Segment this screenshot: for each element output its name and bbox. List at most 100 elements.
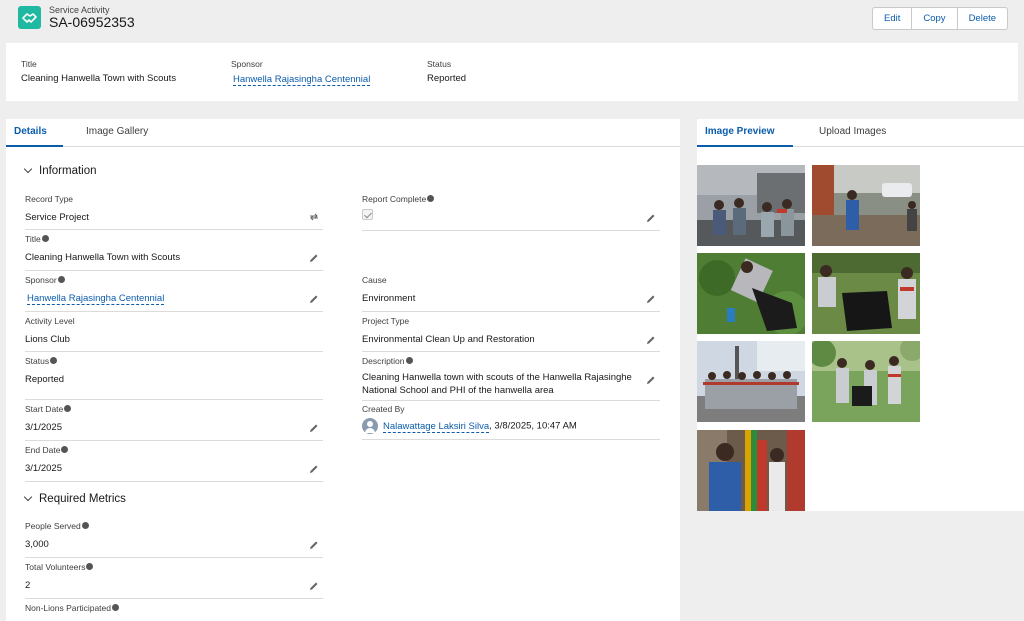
- field-people-served: People Served 3,000: [25, 521, 323, 558]
- image-tabbar: Image Preview Upload Images: [697, 119, 1024, 147]
- field-report-complete: Report Complete: [362, 194, 660, 231]
- gallery-image-6[interactable]: [812, 341, 920, 422]
- section-information-title: Information: [39, 165, 97, 177]
- section-required-metrics-toggle[interactable]: Required Metrics: [23, 492, 126, 505]
- field-record-type: Record Type Service Project: [25, 194, 323, 230]
- section-information-toggle[interactable]: Information: [23, 164, 97, 177]
- field-non-lions-participated: Non-Lions Participated: [25, 603, 119, 613]
- highlights-panel: Title Cleaning Hanwella Town with Scouts…: [6, 43, 1018, 101]
- status-label: Status: [25, 356, 50, 366]
- edit-title-pencil-icon[interactable]: [309, 253, 319, 263]
- field-end-date: End Date 3/1/2025: [25, 445, 323, 482]
- description-line-1: Cleaning Hanwella town with scouts of th…: [362, 372, 632, 383]
- highlight-sponsor-link[interactable]: Hanwella Rajasingha Centennial: [233, 74, 371, 86]
- info-icon[interactable]: [64, 405, 72, 412]
- copy-button[interactable]: Copy: [912, 8, 958, 29]
- change-record-type-icon[interactable]: [309, 212, 319, 222]
- edit-sponsor-pencil-icon[interactable]: [309, 294, 319, 304]
- project-type-label: Project Type: [362, 316, 410, 326]
- record-type-label: Record Type: [25, 194, 74, 204]
- highlight-sponsor-label: Sponsor: [231, 59, 263, 69]
- gallery-image-2[interactable]: [812, 165, 920, 246]
- field-cause: Cause Environment: [362, 275, 660, 312]
- edit-end-date-pencil-icon[interactable]: [309, 464, 319, 474]
- gallery-image-3[interactable]: [697, 253, 805, 334]
- edit-start-date-pencil-icon[interactable]: [309, 423, 319, 433]
- record-type-value: Service Project: [25, 212, 89, 223]
- info-icon[interactable]: [112, 604, 119, 611]
- chevron-down-icon: [23, 492, 33, 502]
- active-tab-indicator: [697, 145, 793, 147]
- info-icon[interactable]: [57, 276, 65, 283]
- image-panel: Image Preview Upload Images: [697, 119, 1024, 511]
- tab-image-preview[interactable]: Image Preview: [705, 126, 774, 137]
- cause-value: Environment: [362, 293, 416, 304]
- created-by-user-link[interactable]: Nalawattage Laksiri Silva: [383, 420, 490, 433]
- description-line-2: National School and PHI of the hanwella …: [362, 385, 554, 396]
- description-label: Description: [362, 356, 405, 366]
- edit-total-volunteers-pencil-icon[interactable]: [309, 581, 319, 591]
- edit-people-served-pencil-icon[interactable]: [309, 540, 319, 550]
- edit-report-complete-pencil-icon[interactable]: [646, 213, 656, 223]
- tab-details[interactable]: Details: [14, 126, 47, 137]
- field-start-date: Start Date 3/1/2025: [25, 404, 323, 441]
- non-lions-label: Non-Lions Participated: [25, 603, 111, 613]
- info-icon[interactable]: [50, 357, 58, 364]
- people-served-label: People Served: [25, 521, 81, 531]
- delete-button[interactable]: Delete: [958, 8, 1007, 29]
- info-icon[interactable]: [61, 446, 69, 453]
- edit-project-type-pencil-icon[interactable]: [646, 335, 656, 345]
- info-icon[interactable]: [86, 563, 94, 570]
- highlight-status-label: Status: [427, 59, 452, 69]
- total-volunteers-value: 2: [25, 580, 31, 591]
- field-status: Status Reported: [25, 356, 323, 400]
- gallery-image-5[interactable]: [697, 341, 805, 422]
- field-created-by: Created By Nalawattage Laksiri Silva, 3/…: [362, 404, 660, 440]
- field-title: Title Cleaning Hanwella Town with Scouts: [25, 234, 323, 271]
- gallery-image-1[interactable]: [697, 165, 805, 246]
- end-date-label: End Date: [25, 445, 61, 455]
- active-tab-indicator: [6, 145, 63, 147]
- field-project-type: Project Type Environmental Clean Up and …: [362, 316, 660, 352]
- action-button-group: Edit Copy Delete: [872, 7, 1009, 30]
- created-by-label: Created By: [362, 404, 405, 414]
- description-value: Cleaning Hanwella town with scouts of th…: [362, 371, 660, 397]
- field-description: Description Cleaning Hanwella town with …: [362, 356, 660, 401]
- edit-description-pencil-icon[interactable]: [646, 375, 656, 385]
- service-activity-handshake-icon: [18, 6, 41, 29]
- title-value: Cleaning Hanwella Town with Scouts: [25, 252, 181, 263]
- details-tabbar: Details Image Gallery: [6, 119, 680, 147]
- highlight-status-value: Reported: [427, 73, 467, 84]
- people-served-value: 3,000: [25, 539, 49, 550]
- cause-label: Cause: [362, 275, 387, 285]
- start-date-value: 3/1/2025: [25, 422, 62, 433]
- info-icon[interactable]: [405, 357, 413, 364]
- gallery-image-7[interactable]: [697, 430, 805, 511]
- report-complete-label: Report Complete: [362, 194, 427, 204]
- gallery-image-4[interactable]: [812, 253, 920, 334]
- tab-upload-images[interactable]: Upload Images: [819, 126, 886, 137]
- field-total-volunteers: Total Volunteers 2: [25, 562, 323, 599]
- activity-level-value: Lions Club: [25, 334, 70, 345]
- title-label: Title: [25, 234, 41, 244]
- end-date-value: 3/1/2025: [25, 463, 62, 474]
- status-value: Reported: [25, 374, 65, 385]
- info-icon[interactable]: [81, 522, 89, 529]
- report-complete-checkbox: [362, 209, 373, 220]
- tab-image-gallery[interactable]: Image Gallery: [86, 126, 148, 137]
- details-panel: Details Image Gallery Information Record…: [6, 119, 680, 621]
- project-type-value: Environmental Clean Up and Restoration: [362, 334, 535, 345]
- total-volunteers-label: Total Volunteers: [25, 562, 86, 572]
- sponsor-link[interactable]: Hanwella Rajasingha Centennial: [27, 293, 165, 305]
- info-icon[interactable]: [41, 235, 49, 242]
- section-required-metrics-title: Required Metrics: [39, 493, 126, 505]
- info-icon[interactable]: [427, 195, 435, 202]
- record-name: SA-06952353: [49, 14, 135, 30]
- highlight-title-value: Cleaning Hanwella Town with Scouts: [21, 73, 177, 84]
- edit-button[interactable]: Edit: [873, 8, 913, 29]
- edit-cause-pencil-icon[interactable]: [646, 294, 656, 304]
- highlight-title-label: Title: [21, 59, 37, 69]
- activity-level-label: Activity Level: [25, 316, 75, 326]
- user-avatar-icon[interactable]: [362, 418, 378, 434]
- created-by-datetime: , 3/8/2025, 10:47 AM: [489, 420, 577, 432]
